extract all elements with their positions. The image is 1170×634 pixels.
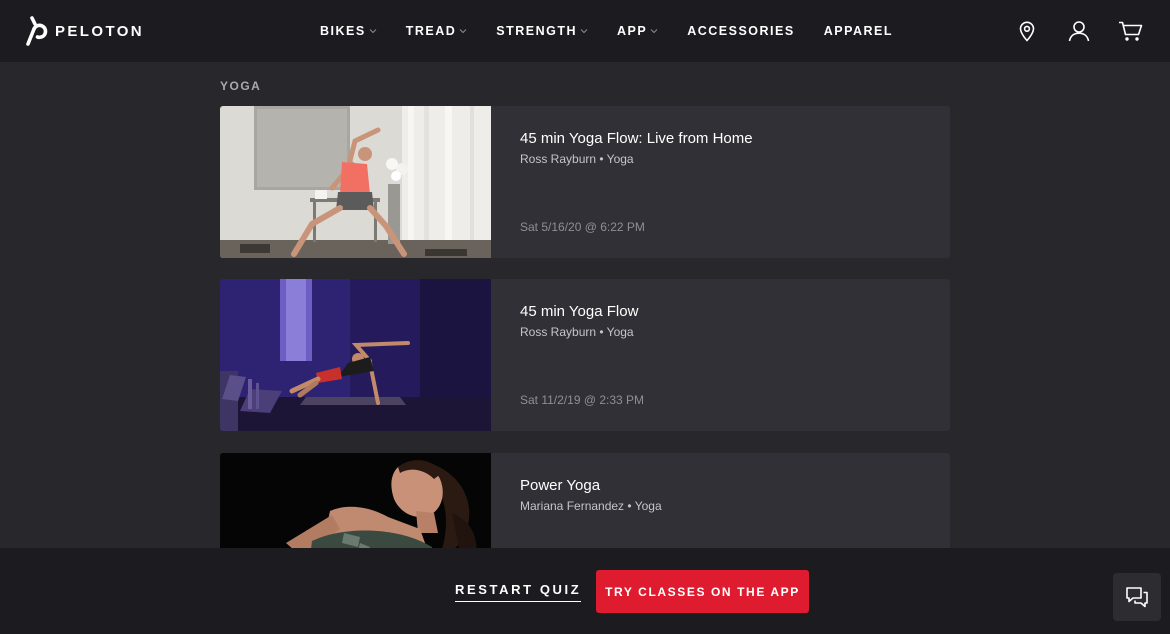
- try-classes-button[interactable]: TRY CLASSES ON THE APP: [596, 570, 809, 613]
- section-label: YOGA: [220, 79, 262, 93]
- location-pin-icon[interactable]: [1017, 20, 1037, 42]
- class-date: Sat 11/2/19 @ 2:33 PM: [520, 393, 645, 407]
- nav-utility-icons: [1017, 0, 1170, 62]
- cart-icon[interactable]: [1118, 20, 1144, 42]
- nav-link-label: TREAD: [405, 24, 457, 38]
- class-instructor: Ross Rayburn • Yoga: [520, 325, 634, 339]
- class-card[interactable]: 45 min Yoga Flow: Live from Home Ross Ra…: [220, 106, 950, 258]
- class-date: Sat 5/16/20 @ 6:22 PM: [520, 220, 645, 234]
- nav-link-label: ACCESSORIES: [687, 24, 795, 38]
- nav-link-label: BIKES: [320, 24, 366, 38]
- brand-name: PELOTON: [55, 22, 145, 40]
- chevron-down-icon: [580, 28, 588, 34]
- nav-link-apparel[interactable]: APPAREL: [824, 24, 893, 38]
- peloton-p-icon: [24, 15, 48, 47]
- sticky-footer: RESTART QUIZ TRY CLASSES ON THE APP: [0, 548, 1170, 634]
- class-card[interactable]: 45 min Yoga Flow Ross Rayburn • Yoga Sat…: [220, 279, 950, 431]
- chat-icon: [1125, 586, 1149, 608]
- restart-quiz-button[interactable]: RESTART QUIZ: [455, 582, 582, 602]
- nav-link-label: APPAREL: [823, 24, 894, 38]
- class-thumbnail: [220, 279, 491, 431]
- user-icon[interactable]: [1067, 20, 1091, 42]
- nav-link-app[interactable]: APP: [617, 24, 658, 38]
- nav-link-label: APP: [617, 24, 648, 38]
- class-title: 45 min Yoga Flow: Live from Home: [520, 130, 753, 147]
- peloton-logo[interactable]: PELOTON: [24, 14, 144, 48]
- nav-link-accessories[interactable]: ACCESSORIES: [687, 24, 795, 38]
- class-instructor: Mariana Fernandez • Yoga: [520, 499, 662, 513]
- chevron-down-icon: [650, 28, 658, 34]
- nav-link-label: STRENGTH: [496, 24, 578, 38]
- nav-link-bikes[interactable]: BIKES: [320, 24, 377, 38]
- chat-button[interactable]: [1113, 573, 1161, 621]
- class-title: Power Yoga: [520, 477, 601, 494]
- class-instructor: Ross Rayburn • Yoga: [520, 152, 634, 166]
- nav-link-tread[interactable]: TREAD: [406, 24, 468, 38]
- nav-link-strength[interactable]: STRENGTH: [496, 24, 588, 38]
- chevron-down-icon: [369, 28, 377, 34]
- main-menu: BIKES TREAD STRENGTH APP ACCESSORIES APP…: [320, 0, 922, 62]
- class-thumbnail: [220, 106, 491, 258]
- chevron-down-icon: [459, 28, 467, 34]
- top-navigation: PELOTON BIKES TREAD STRENGTH APP ACCESSO…: [0, 0, 1170, 62]
- class-title: 45 min Yoga Flow: [520, 303, 639, 320]
